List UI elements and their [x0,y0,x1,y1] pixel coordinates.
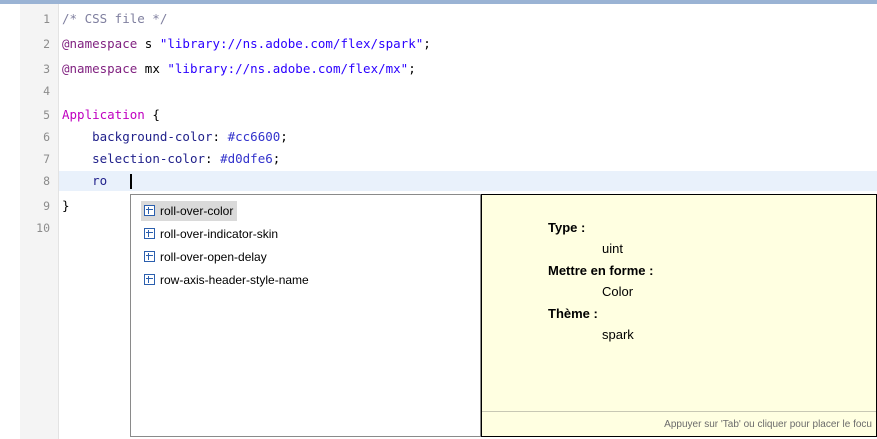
css-value: #cc6600 [227,129,281,144]
code-line-1[interactable]: /* CSS file */ [62,9,167,29]
documentation-tooltip[interactable]: Type : uint Mettre en forme : Color Thèm… [481,194,877,437]
code-line-6[interactable]: background-color: #cc6600; [62,127,288,147]
autocomplete-item[interactable]: roll-over-color [141,201,238,221]
line-number: 10 [36,221,50,235]
semicolon: ; [272,151,281,166]
doc-theme-value: spark [602,327,634,342]
close-brace: } [62,198,70,213]
semicolon: ; [423,36,431,51]
style-property-icon [144,251,155,263]
at-rule-keyword: @namespace [62,61,138,76]
colon: : [205,151,221,166]
style-property-icon [144,228,155,240]
css-value: #d0dfe6 [220,151,273,166]
code-line-3[interactable]: @namespace mx "library://ns.adobe.com/fl… [62,59,416,79]
current-line-highlight [59,171,877,191]
code-line-2[interactable]: @namespace s "library://ns.adobe.com/fle… [62,34,431,54]
css-property: background-color [92,129,213,144]
autocomplete-item-label: roll-over-open-delay [160,250,267,264]
at-rule-keyword: @namespace [62,36,138,51]
open-brace: { [144,107,160,122]
doc-footer-divider [482,411,876,412]
doc-type-value: uint [602,241,623,256]
autocomplete-item[interactable]: roll-over-open-delay [141,247,271,267]
line-number: 6 [43,130,50,144]
code-comment: /* CSS file */ [62,11,168,26]
code-line-8[interactable]: ro [62,171,107,191]
autocomplete-item-label: roll-over-indicator-skin [160,227,279,241]
line-number: 7 [43,152,50,166]
semicolon: ; [280,129,288,144]
autocomplete-item[interactable]: row-axis-header-style-name [141,270,313,290]
css-property: selection-color [92,151,205,166]
autocomplete-item-label: row-axis-header-style-name [160,273,309,287]
code-line-7[interactable]: selection-color: #d0dfe6; [62,149,280,169]
namespace-string: "library://ns.adobe.com/flex/mx" [167,61,409,76]
line-number: 9 [43,199,50,213]
line-number: 4 [43,84,50,98]
line-number: 2 [43,37,50,51]
semicolon: ; [408,61,416,76]
doc-theme-label: Thème : [548,306,598,321]
autocomplete-popup[interactable]: roll-over-color roll-over-indicator-skin… [130,194,481,437]
namespace-prefix: mx [137,61,168,76]
namespace-string: "library://ns.adobe.com/flex/spark" [159,36,424,51]
autocomplete-item[interactable]: roll-over-indicator-skin [141,224,282,244]
line-number: 3 [43,62,50,76]
doc-format-label: Mettre en forme : [548,263,654,278]
text-caret [130,174,132,189]
line-number: 5 [43,108,50,122]
css-selector: Application [62,107,145,122]
line-number: 1 [43,12,50,26]
style-property-icon [144,274,155,286]
style-property-icon [144,205,155,217]
code-line-5[interactable]: Application { [62,105,160,125]
doc-format-value: Color [602,284,634,299]
code-line-9[interactable]: } [62,196,70,216]
line-number: 8 [43,174,50,188]
doc-footer-hint: Appuyer sur 'Tab' ou cliquer pour placer… [664,419,872,430]
autocomplete-item-label: roll-over-color [160,204,234,218]
doc-type-label: Type : [548,220,586,235]
typed-text: ro [92,173,108,188]
namespace-prefix: s [137,36,160,51]
colon: : [212,129,228,144]
